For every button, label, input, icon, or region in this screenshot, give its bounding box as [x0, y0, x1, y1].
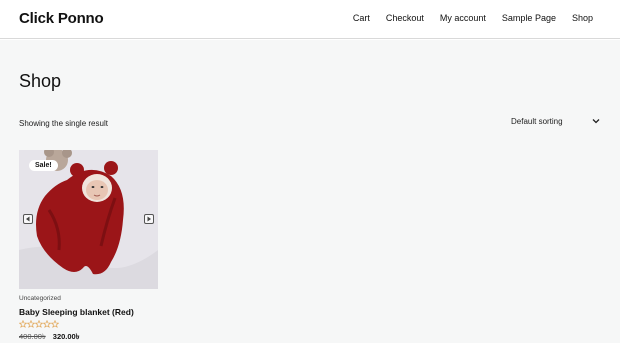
chevron-down-icon: [592, 119, 600, 124]
star-rating: [19, 320, 59, 328]
site-header: Click Ponno Cart Checkout My account Sam…: [0, 0, 620, 39]
sale-price: 320.00৳: [52, 332, 80, 341]
result-count: Showing the single result: [19, 119, 108, 128]
sorting-selected-value: Default sorting: [511, 117, 563, 126]
nav-item-cart[interactable]: Cart: [353, 13, 370, 23]
nav-item-shop[interactable]: Shop: [572, 13, 593, 23]
product-image[interactable]: Sale!: [19, 150, 158, 289]
star-outline-icon: [51, 320, 59, 328]
site-title[interactable]: Click Ponno: [19, 10, 104, 27]
primary-nav: Cart Checkout My account Sample Page Sho…: [337, 13, 593, 23]
product-name[interactable]: Baby Sleeping blanket (Red): [19, 307, 134, 317]
chevron-left-icon: [26, 216, 30, 222]
product-category[interactable]: Uncategorized: [19, 295, 61, 302]
star-outline-icon: [27, 320, 35, 328]
old-price: 400.00৳: [19, 332, 46, 341]
nav-item-my-account[interactable]: My account: [440, 13, 486, 23]
product-price: 400.00৳ 320.00৳: [19, 332, 79, 344]
chevron-right-icon: [147, 216, 151, 222]
main-content: Shop Showing the single result Default s…: [0, 40, 620, 343]
image-next-button[interactable]: [144, 214, 154, 224]
star-outline-icon: [35, 320, 43, 328]
image-prev-button[interactable]: [23, 214, 33, 224]
sale-badge: Sale!: [29, 160, 58, 171]
nav-item-checkout[interactable]: Checkout: [386, 13, 424, 23]
page-title: Shop: [19, 71, 62, 91]
star-outline-icon: [19, 320, 27, 328]
product-card: Sale! Uncategorized Baby Sleeping blanke…: [19, 150, 158, 341]
sorting-select[interactable]: Default sorting: [505, 113, 605, 131]
nav-item-sample-page[interactable]: Sample Page: [502, 13, 556, 23]
star-outline-icon: [43, 320, 51, 328]
